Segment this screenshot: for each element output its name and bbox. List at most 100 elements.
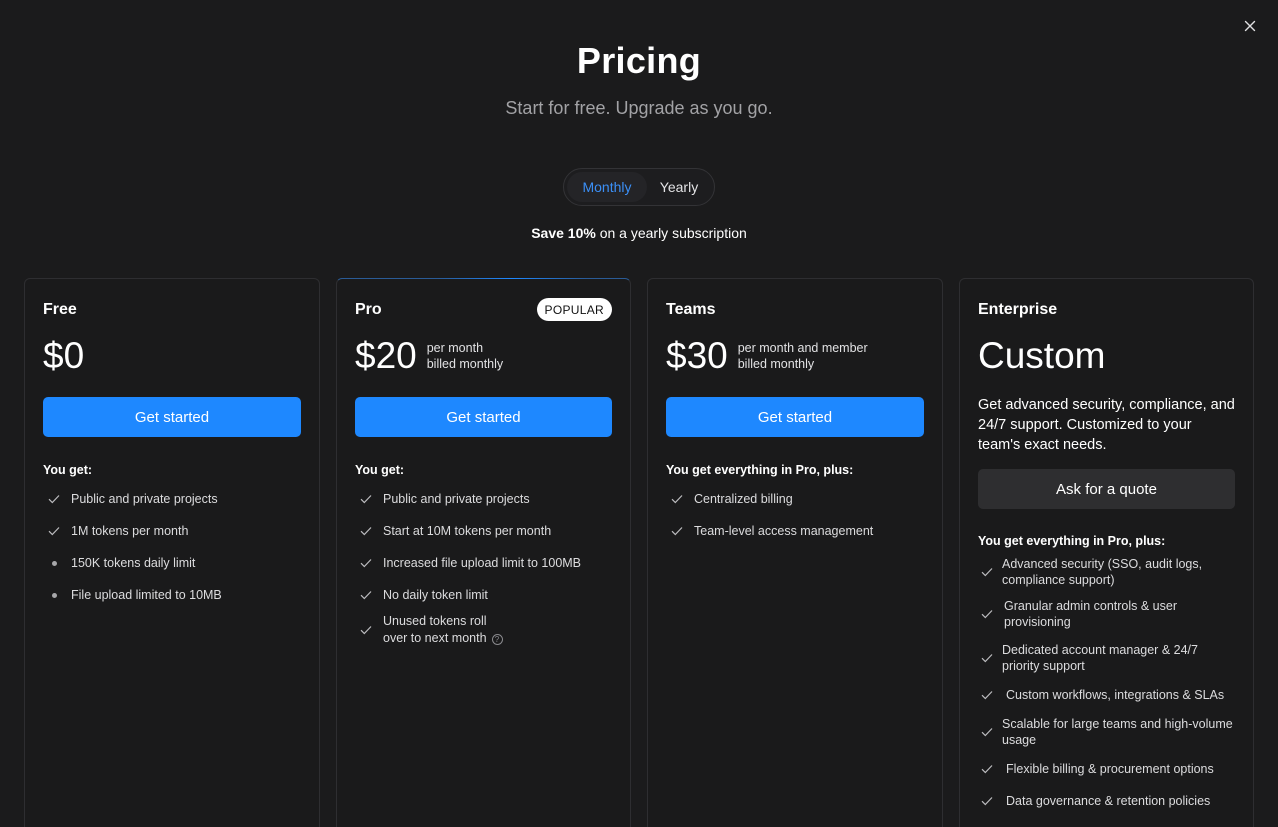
question-circle-icon[interactable]: ? [491,634,503,645]
check-icon [668,526,686,536]
price-row: Custom [978,333,1235,379]
feature-text: File upload limited to 10MB [71,588,222,602]
check-icon [357,625,375,635]
get-started-button-free[interactable]: Get started [43,397,301,437]
feature-item: 1M tokens per month [43,515,301,547]
feature-item: Centralized billing [666,483,924,515]
feature-item: 150K tokens daily limit [43,547,301,579]
feature-list: Public and private projects Start at 10M… [355,483,612,651]
check-icon [978,690,996,700]
plan-name: Teams [666,301,716,318]
feature-item: File upload limited to 10MB [43,579,301,611]
price-period: per month [426,341,484,355]
feature-text-line2: over to next month [383,631,487,645]
check-icon [978,796,996,806]
feature-text: Unused tokens roll over to next month? [383,613,503,647]
feature-list: Public and private projects 1M tokens pe… [43,483,301,611]
pricing-modal: Pricing Start for free. Upgrade as you g… [0,0,1278,827]
close-icon [1244,20,1256,32]
feature-item: Team-level access management [666,515,924,547]
feature-text: Public and private projects [71,492,218,506]
check-icon [357,494,375,504]
price-period: per month and member [737,341,868,355]
check-icon [978,567,996,577]
plan-name: Free [43,301,77,318]
feature-text: Granular admin controls & user provision… [1004,599,1177,629]
billing-period-toggle: Monthly Yearly [563,168,715,206]
toggle-yearly[interactable]: Yearly [647,172,711,202]
feature-list: Advanced security (SSO, audit logs, comp… [978,552,1235,818]
feature-text: Dedicated account manager & 24/7 priorit… [1002,643,1198,673]
plan-card-enterprise: Enterprise Custom Get advanced security,… [959,278,1254,827]
plan-price: $20 [355,335,417,376]
feature-text: Team-level access management [694,524,874,538]
billing-frequency: billed monthly [737,357,815,371]
check-icon [357,526,375,536]
features-heading: You get everything in Pro, plus: [978,534,1166,548]
plan-description: Get advanced security, compliance, and 2… [978,397,1235,453]
check-icon [978,764,996,774]
check-icon [45,494,63,504]
price-note: per month billed monthly [427,340,503,372]
pricing-header: Pricing Start for free. Upgrade as you g… [0,40,1278,119]
popular-badge: POPULAR [536,298,612,321]
page-title: Pricing [576,40,702,81]
close-button[interactable] [1238,14,1262,38]
feature-text: Scalable for large teams and high-volume… [1002,717,1233,747]
plan-card-pro: Pro POPULAR $20 per month billed monthly… [336,278,631,827]
get-started-button-teams[interactable]: Get started [666,397,924,437]
feature-text: Custom workflows, integrations & SLAs [1006,688,1225,702]
feature-text: Increased file upload limit to 100MB [383,556,582,570]
price-row: $0 [43,333,301,379]
plan-card-teams: Teams $30 per month and member billed mo… [647,278,943,827]
feature-item: Advanced security (SSO, audit logs, comp… [978,552,1235,592]
plan-price: Custom [978,335,1106,376]
feature-item: Dedicated account manager & 24/7 priorit… [978,636,1235,680]
plan-price: $30 [666,335,728,376]
check-icon [978,653,996,663]
feature-text: Public and private projects [383,492,530,506]
feature-text: Centralized billing [694,492,793,506]
feature-item: Custom workflows, integrations & SLAs [978,680,1235,710]
toggle-monthly[interactable]: Monthly [567,172,647,202]
plan-name: Enterprise [978,301,1058,318]
feature-text: Data governance & retention policies [1006,794,1211,808]
feature-item: No daily token limit [355,579,612,611]
feature-item: Start at 10M tokens per month [355,515,612,547]
feature-text: Start at 10M tokens per month [383,524,552,538]
feature-item: Public and private projects [355,483,612,515]
plan-price: $0 [43,335,85,376]
feature-text-line1: Unused tokens roll [383,614,487,628]
feature-text: No daily token limit [383,588,488,602]
feature-list: Centralized billing Team-level access ma… [666,483,924,547]
feature-text: Flexible billing & procurement options [1006,762,1214,776]
check-icon [357,590,375,600]
price-note: per month and member billed monthly [738,340,868,372]
billing-frequency: billed monthly [426,357,504,371]
page-subtitle: Start for free. Upgrade as you go. [505,98,773,118]
savings-amount: Save 10% [531,225,596,241]
check-icon [668,494,686,504]
features-heading: You get: [43,463,93,477]
feature-item: Granular admin controls & user provision… [978,592,1235,636]
feature-item: Data governance & retention policies [978,784,1235,818]
feature-item: Flexible billing & procurement options [978,754,1235,784]
check-icon [978,727,996,737]
feature-item: Increased file upload limit to 100MB [355,547,612,579]
dot-icon [45,592,63,598]
plan-card-free: Free $0 Get started You get: Public and … [24,278,320,827]
price-row: $30 per month and member billed monthly [666,333,924,379]
feature-text: 1M tokens per month [71,524,189,538]
feature-item: Public and private projects [43,483,301,515]
feature-text: Advanced security (SSO, audit logs, comp… [1002,557,1203,587]
ask-for-quote-button[interactable]: Ask for a quote [978,469,1235,509]
check-icon [978,609,996,619]
check-icon [357,558,375,568]
savings-text: on a yearly subscription [595,225,747,241]
feature-text: 150K tokens daily limit [71,556,196,570]
feature-item: Scalable for large teams and high-volume… [978,710,1235,754]
features-heading: You get: [355,463,405,477]
get-started-button-pro[interactable]: Get started [355,397,612,437]
check-icon [45,526,63,536]
yearly-savings-note: Save 10% on a yearly subscription [0,225,1278,241]
